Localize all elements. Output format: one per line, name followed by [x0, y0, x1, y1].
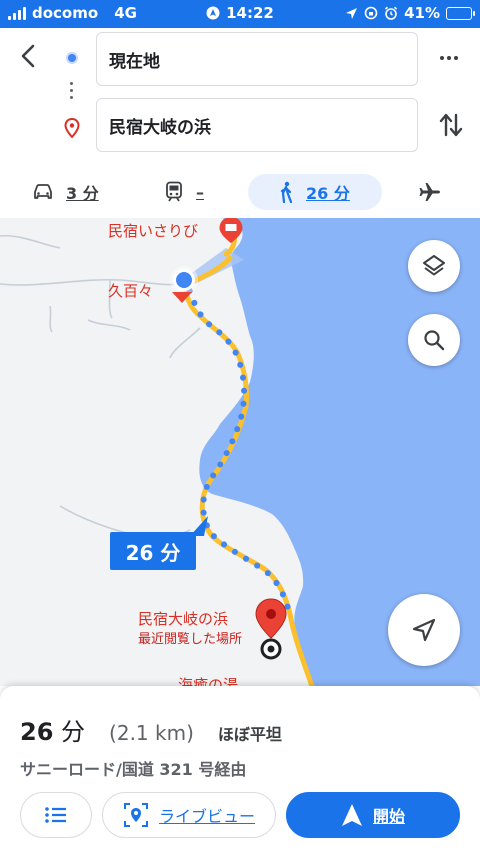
search-button[interactable] [408, 314, 460, 366]
connector-dots [70, 82, 74, 103]
route-summary: 26 分 (2.1 km) ほぼ平坦 [20, 712, 282, 747]
destination-text: 民宿大岐の浜 [109, 117, 211, 138]
tab-driving[interactable]: 3 分 [32, 174, 99, 210]
clock: 14:22 [226, 4, 274, 22]
route-via: サニーロード/国道 321 号経由 [20, 760, 247, 779]
train-icon [166, 181, 182, 202]
map-label-onsen[interactable]: 海癒の湯 [178, 674, 238, 686]
map-label-recently-viewed: 最近閲覧した場所 [138, 632, 243, 647]
origin-text: 現在地 [109, 51, 160, 72]
tab-walking[interactable]: 26 分 [248, 174, 382, 210]
driving-time: 3 分 [66, 184, 99, 203]
transit-time: – [196, 182, 204, 202]
duration-value: 26 [20, 718, 54, 746]
start-label: 開始 [372, 807, 405, 826]
duration: 26 分 [20, 712, 85, 747]
tab-flights[interactable] [418, 174, 442, 210]
live-view-label: ライブビュー [158, 807, 255, 826]
swap-icon[interactable] [436, 110, 466, 140]
destination-marker-icon[interactable] [254, 598, 288, 660]
terrain-info: ほぼ平坦 [217, 725, 282, 744]
start-button[interactable]: 開始 [286, 792, 460, 838]
duration-unit: 分 [61, 718, 86, 746]
more-options-icon[interactable] [436, 48, 462, 68]
map-label-destination[interactable]: 民宿大岐の浜 [138, 608, 228, 629]
navigation-arrow-icon [412, 618, 436, 642]
start-navigation-icon [341, 804, 362, 826]
travel-mode-tabs: 3 分 – 26 分 [0, 170, 480, 216]
kumomo-marker-icon [172, 292, 192, 303]
map-label-inn-isaribi[interactable]: 民宿いさりび [108, 220, 198, 241]
route-eta-bubble[interactable]: 26 分 [110, 532, 196, 570]
route-eta-text: 26 分 [125, 540, 181, 565]
action-buttons: ライブビュー 開始 [20, 792, 460, 838]
back-arrow-icon[interactable] [14, 40, 46, 72]
map-view[interactable]: 民宿いさりび 久百々 26 分 民宿大岐の浜 最近閲覧した場所 海癒の湯 [0, 218, 480, 686]
map-label-kumomo[interactable]: 久百々 [108, 280, 153, 301]
battery-icon [446, 6, 475, 20]
location-arrow-icon [346, 7, 358, 19]
car-icon [34, 184, 52, 199]
route-endpoints [64, 50, 80, 150]
list-icon [45, 807, 66, 823]
layers-icon [423, 255, 445, 276]
walking-time: 26 分 [306, 184, 350, 203]
alarm-icon [385, 6, 398, 20]
live-view-icon [123, 803, 148, 827]
live-view-button[interactable]: ライブビュー [102, 792, 276, 838]
search-icon [424, 330, 445, 351]
tab-transit[interactable]: – [164, 174, 204, 210]
distance: (2.1 km) [109, 721, 194, 745]
directions-header: 現在地 民宿大岐の浜 3 分 – 26 分 [0, 28, 480, 218]
status-bar: docomo 4G 14:22 41% [0, 0, 480, 28]
route-summary-sheet: 26 分 (2.1 km) ほぼ平坦 サニーロード/国道 321 号経由 ライブ… [0, 686, 480, 854]
eta-bubble-tail [190, 516, 208, 536]
airplane-icon [419, 183, 440, 201]
destination-field[interactable]: 民宿大岐の浜 [96, 98, 418, 152]
location-mode-icon [206, 6, 220, 20]
origin-dot-icon [66, 52, 78, 64]
destination-pin-icon [64, 118, 80, 138]
battery-percent: 41% [404, 4, 440, 22]
status-right: 41% [345, 4, 475, 22]
layers-button[interactable] [408, 240, 460, 292]
origin-field[interactable]: 現在地 [96, 32, 418, 86]
my-location-button[interactable] [388, 594, 460, 666]
inn-pin-icon[interactable] [218, 218, 244, 244]
steps-list-button[interactable] [20, 792, 92, 838]
walking-icon [280, 181, 293, 203]
rotation-lock-icon [364, 6, 378, 20]
